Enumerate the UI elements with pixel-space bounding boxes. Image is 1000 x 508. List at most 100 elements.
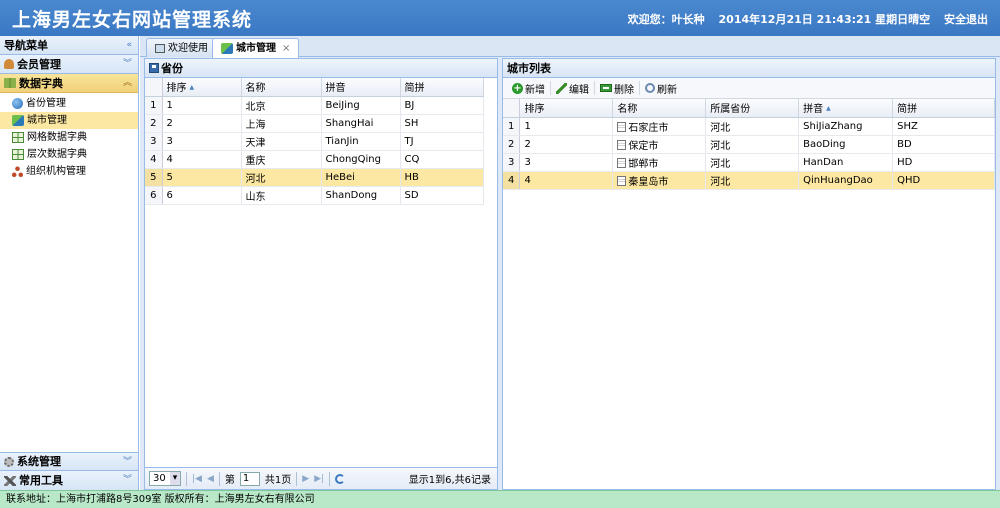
- column-header-pinyin[interactable]: 拼音: [321, 78, 401, 97]
- tab-city[interactable]: 城市管理 ×: [212, 38, 300, 58]
- refresh-icon[interactable]: [335, 473, 346, 484]
- cell-abbr: SD: [400, 186, 484, 205]
- cell-province: 河北: [705, 171, 800, 190]
- sidebar-section-system[interactable]: 系统管理 ︾: [0, 452, 138, 471]
- row-number: 4: [503, 171, 521, 190]
- cell-pinyin: HanDan: [798, 153, 894, 172]
- cell-name: 北京: [241, 96, 322, 115]
- add-button[interactable]: + 新增: [507, 81, 551, 96]
- page-size-select[interactable]: 30: [149, 471, 181, 486]
- expand-icon[interactable]: ︾: [123, 55, 132, 74]
- document-icon: [617, 175, 627, 186]
- pager-info: 显示1到6,共6记录: [408, 475, 491, 486]
- pencil-icon: [556, 82, 567, 94]
- org-tree-icon: [12, 166, 23, 177]
- edit-button[interactable]: 编辑: [551, 81, 595, 96]
- cell-order: 3: [519, 153, 614, 172]
- cell-name: 保定市: [612, 135, 707, 154]
- row-number: 3: [145, 132, 163, 151]
- table-row[interactable]: 4 4 秦皇岛市 河北 QinHuangDao QHD: [503, 171, 995, 190]
- row-number-header: [145, 78, 163, 97]
- cell-abbr: SH: [400, 114, 484, 133]
- cell-abbr: HD: [892, 153, 995, 172]
- page-number-input[interactable]: [239, 471, 260, 486]
- footer-bar: 联系地址：上海市打浦路8号309室 版权所有：上海男左女右有限公司: [0, 490, 1000, 508]
- cell-order: 1: [519, 117, 614, 136]
- sidebar-section-dict[interactable]: 数据字典 ︽: [0, 74, 138, 93]
- table-row[interactable]: 3 3 天津 TianJin TJ: [145, 132, 484, 151]
- logout-link[interactable]: 安全退出: [944, 13, 988, 26]
- document-icon: [617, 157, 627, 168]
- cell-order: 4: [162, 150, 242, 169]
- tools-icon: [4, 475, 16, 486]
- column-header-abbr[interactable]: 简拼: [400, 78, 484, 97]
- cell-pinyin: ShangHai: [321, 114, 401, 133]
- cell-order: 6: [162, 186, 242, 205]
- collapse-section-icon[interactable]: ︽: [123, 74, 132, 93]
- column-header-name[interactable]: 名称: [241, 78, 322, 97]
- collapse-icon[interactable]: «: [126, 36, 132, 55]
- last-page-icon[interactable]: ▶|: [314, 474, 324, 484]
- delete-button[interactable]: 删除: [595, 81, 640, 96]
- sidebar-item-city[interactable]: 城市管理: [0, 112, 138, 129]
- table-row[interactable]: 2 2 上海 ShangHai SH: [145, 114, 484, 133]
- column-header-order[interactable]: 排序: [519, 99, 614, 118]
- grid-icon: [12, 132, 24, 143]
- column-header-pinyin[interactable]: 拼音: [798, 99, 894, 118]
- cell-abbr: SHZ: [892, 117, 995, 136]
- cell-name: 重庆: [241, 150, 322, 169]
- main-area: 欢迎使用 城市管理 × 省份 排序 名称 拼音 简拼 11北京BeiJingBJ…: [140, 36, 1000, 490]
- city-toolbar: + 新增 编辑 删除 刷新: [503, 78, 995, 99]
- expand-icon[interactable]: ︾: [123, 471, 132, 490]
- table-row[interactable]: 5 5 河北 HeBei HB: [145, 168, 484, 187]
- sidebar-item-grid-dict[interactable]: 网格数据字典: [0, 129, 138, 146]
- row-number: 2: [503, 135, 521, 154]
- gear-icon: [4, 456, 14, 467]
- sidebar-section-member[interactable]: 会员管理 ︾: [0, 55, 138, 74]
- province-panel: 省份 排序 名称 拼音 简拼 11北京BeiJingBJ22上海ShangHai…: [144, 58, 498, 490]
- expand-icon[interactable]: ︾: [123, 453, 132, 472]
- cell-pinyin: BeiJing: [321, 96, 401, 115]
- table-row[interactable]: 1 1 石家庄市 河北 ShiJiaZhang SHZ: [503, 117, 995, 136]
- column-header-name[interactable]: 名称: [612, 99, 707, 118]
- cell-abbr: QHD: [892, 171, 995, 190]
- province-grid: 排序 名称 拼音 简拼 11北京BeiJingBJ22上海ShangHaiSH3…: [145, 78, 484, 205]
- sidebar-section-tools[interactable]: 常用工具 ︾: [0, 471, 138, 490]
- first-page-icon[interactable]: |◀: [192, 474, 202, 484]
- cell-province: 河北: [705, 153, 800, 172]
- table-row[interactable]: 4 4 重庆 ChongQing CQ: [145, 150, 484, 169]
- save-icon: [149, 63, 159, 73]
- next-page-icon[interactable]: ▶: [302, 474, 309, 484]
- table-row[interactable]: 6 6 山东 ShanDong SD: [145, 186, 484, 205]
- cell-order: 2: [519, 135, 614, 154]
- cell-order: 5: [162, 168, 242, 187]
- dict-nav-list: 省份管理 城市管理 网格数据字典 层次数据字典 组织机构管理: [0, 93, 138, 182]
- prev-page-icon[interactable]: ◀: [207, 474, 214, 484]
- province-panel-header: 省份: [145, 59, 497, 78]
- cell-abbr: HB: [400, 168, 484, 187]
- datetime-text: 2014年12月21日 21:43:21 星期日: [718, 13, 909, 26]
- sidebar-item-province[interactable]: 省份管理: [0, 95, 138, 112]
- dictionary-icon: [4, 78, 16, 88]
- table-row[interactable]: 3 3 邯郸市 河北 HanDan HD: [503, 153, 995, 172]
- tab-welcome[interactable]: 欢迎使用: [146, 38, 217, 57]
- app-title: 上海男左女右网站管理系统: [12, 9, 253, 31]
- close-icon[interactable]: ×: [282, 40, 290, 57]
- refresh-button[interactable]: 刷新: [640, 81, 682, 96]
- pagination-bar: 30 |◀ ◀ 第 共1页 ▶ ▶| 显示1到6,共6记录: [145, 467, 497, 489]
- cell-abbr: TJ: [400, 132, 484, 151]
- column-header-province[interactable]: 所属省份: [705, 99, 800, 118]
- cell-order: 1: [162, 96, 242, 115]
- cell-pinyin: BaoDing: [798, 135, 894, 154]
- table-row[interactable]: 2 2 保定市 河北 BaoDing BD: [503, 135, 995, 154]
- table-row[interactable]: 1 1 北京 BeiJing BJ: [145, 96, 484, 115]
- column-header-abbr[interactable]: 简拼: [892, 99, 995, 118]
- sidebar-item-org[interactable]: 组织机构管理: [0, 163, 138, 180]
- row-number: 3: [503, 153, 521, 172]
- sidebar-title: 导航菜单 «: [0, 36, 138, 55]
- column-header-order[interactable]: 排序: [162, 78, 242, 97]
- city-grid: 排序 名称 所属省份 拼音 简拼 11石家庄市河北ShiJiaZhangSHZ2…: [503, 99, 995, 190]
- home-icon: [155, 43, 165, 53]
- city-panel-header: 城市列表: [503, 59, 995, 78]
- sidebar-item-tree-dict[interactable]: 层次数据字典: [0, 146, 138, 163]
